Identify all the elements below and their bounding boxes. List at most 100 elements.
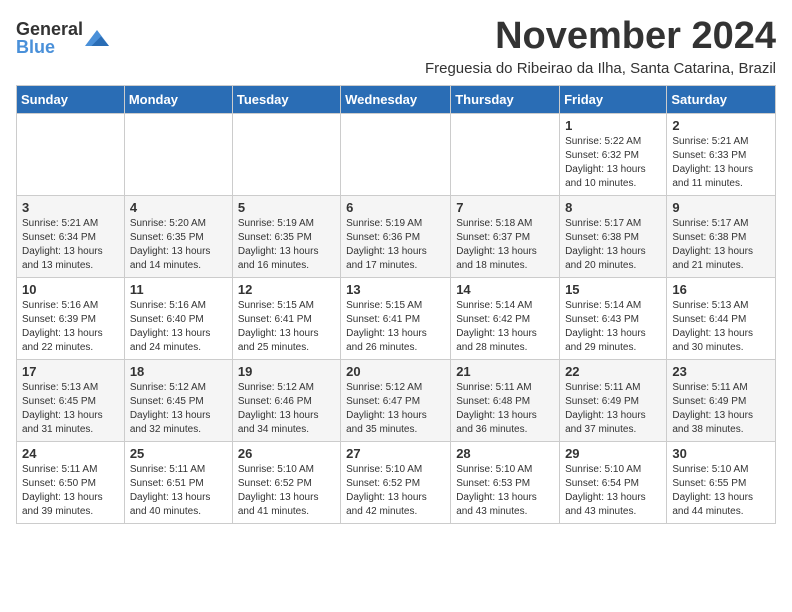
day-info: Sunrise: 5:17 AMSunset: 6:38 PMDaylight:… (565, 217, 661, 273)
day-info: Sunrise: 5:10 AMSunset: 6:52 PMDaylight:… (238, 463, 335, 519)
calendar-week-row: 24 Sunrise: 5:11 AMSunset: 6:50 PMDayligh… (17, 441, 776, 523)
calendar-week-row: 3Sunrise: 5:21 AMSunset: 6:34 PMDaylight… (17, 195, 776, 277)
logo: General Blue (16, 20, 109, 56)
calendar-header-sunday: Sunday (17, 85, 125, 113)
month-title: November 2024 (425, 16, 776, 58)
day-info: Sunrise: 5:18 AMSunset: 6:37 PMDaylight:… (456, 217, 554, 273)
calendar-cell: 11Sunrise: 5:16 AMSunset: 6:40 PMDayligh… (124, 277, 232, 359)
calendar-header-saturday: Saturday (667, 85, 776, 113)
calendar-cell: 6 Sunrise: 5:19 AMSunset: 6:36 PMDaylight… (341, 195, 451, 277)
day-number: 25 (130, 446, 227, 461)
day-number: 16 (672, 282, 770, 297)
calendar-cell: 15 Sunrise: 5:14 AMSunset: 6:43 PMDayligh… (560, 277, 667, 359)
day-info: Sunrise: 5:14 AMSunset: 6:43 PMDaylight:… (565, 299, 661, 355)
day-number: 28 (456, 446, 554, 461)
day-number: 22 (565, 364, 661, 379)
calendar-cell (124, 113, 232, 195)
day-number: 10 (22, 282, 119, 297)
calendar-cell (232, 113, 340, 195)
calendar-cell: 8 Sunrise: 5:17 AMSunset: 6:38 PMDaylight… (560, 195, 667, 277)
calendar-cell: 30Sunrise: 5:10 AMSunset: 6:55 PMDayligh… (667, 441, 776, 523)
calendar-week-row: 17Sunrise: 5:13 AMSunset: 6:45 PMDayligh… (17, 359, 776, 441)
calendar-header-friday: Friday (560, 85, 667, 113)
page-header: General Blue November 2024 Freguesia do … (16, 16, 776, 77)
calendar-cell: 13 Sunrise: 5:15 AMSunset: 6:41 PMDayligh… (341, 277, 451, 359)
calendar-cell: 4 Sunrise: 5:20 AMSunset: 6:35 PMDaylight… (124, 195, 232, 277)
day-info: Sunrise: 5:13 AMSunset: 6:45 PMDaylight:… (22, 381, 119, 437)
day-number: 2 (672, 118, 770, 133)
day-number: 3 (22, 200, 119, 215)
day-info: Sunrise: 5:12 AMSunset: 6:47 PMDaylight:… (346, 381, 445, 437)
calendar-cell: 10 Sunrise: 5:16 AMSunset: 6:39 PMDayligh… (17, 277, 125, 359)
day-number: 29 (565, 446, 661, 461)
calendar-cell: 17Sunrise: 5:13 AMSunset: 6:45 PMDayligh… (17, 359, 125, 441)
calendar-cell: 5 Sunrise: 5:19 AMSunset: 6:35 PMDaylight… (232, 195, 340, 277)
day-number: 23 (672, 364, 770, 379)
logo-general: General (16, 19, 83, 39)
calendar-cell: 2 Sunrise: 5:21 AMSunset: 6:33 PMDaylight… (667, 113, 776, 195)
day-number: 12 (238, 282, 335, 297)
day-info: Sunrise: 5:21 AMSunset: 6:33 PMDaylight:… (672, 135, 770, 191)
logo-icon (85, 30, 109, 46)
day-info: Sunrise: 5:19 AMSunset: 6:35 PMDaylight:… (238, 217, 335, 273)
calendar-cell (341, 113, 451, 195)
day-number: 24 (22, 446, 119, 461)
day-number: 13 (346, 282, 445, 297)
calendar-cell: 27 Sunrise: 5:10 AMSunset: 6:52 PMDayligh… (341, 441, 451, 523)
day-number: 15 (565, 282, 661, 297)
day-info: Sunrise: 5:12 AMSunset: 6:45 PMDaylight:… (130, 381, 227, 437)
day-number: 27 (346, 446, 445, 461)
day-info: Sunrise: 5:12 AMSunset: 6:46 PMDaylight:… (238, 381, 335, 437)
calendar-cell: 24 Sunrise: 5:11 AMSunset: 6:50 PMDayligh… (17, 441, 125, 523)
day-number: 6 (346, 200, 445, 215)
day-info: Sunrise: 5:10 AMSunset: 6:54 PMDaylight:… (565, 463, 661, 519)
calendar-cell: 29 Sunrise: 5:10 AMSunset: 6:54 PMDayligh… (560, 441, 667, 523)
calendar-header-wednesday: Wednesday (341, 85, 451, 113)
calendar-header-monday: Monday (124, 85, 232, 113)
day-number: 9 (672, 200, 770, 215)
calendar-cell: 7Sunrise: 5:18 AMSunset: 6:37 PMDaylight… (451, 195, 560, 277)
day-info: Sunrise: 5:17 AMSunset: 6:38 PMDaylight:… (672, 217, 770, 273)
day-info: Sunrise: 5:14 AMSunset: 6:42 PMDaylight:… (456, 299, 554, 355)
day-info: Sunrise: 5:20 AMSunset: 6:35 PMDaylight:… (130, 217, 227, 273)
calendar-cell (17, 113, 125, 195)
calendar-cell: 26 Sunrise: 5:10 AMSunset: 6:52 PMDayligh… (232, 441, 340, 523)
day-info: Sunrise: 5:16 AMSunset: 6:40 PMDaylight:… (130, 299, 227, 355)
calendar-header-row: SundayMondayTuesdayWednesdayThursdayFrid… (17, 85, 776, 113)
calendar-cell: 16 Sunrise: 5:13 AMSunset: 6:44 PMDayligh… (667, 277, 776, 359)
day-info: Sunrise: 5:11 AMSunset: 6:51 PMDaylight:… (130, 463, 227, 519)
calendar-week-row: 1 Sunrise: 5:22 AMSunset: 6:32 PMDaylight… (17, 113, 776, 195)
day-info: Sunrise: 5:15 AMSunset: 6:41 PMDaylight:… (346, 299, 445, 355)
day-number: 19 (238, 364, 335, 379)
calendar-cell: 14Sunrise: 5:14 AMSunset: 6:42 PMDayligh… (451, 277, 560, 359)
calendar-cell: 9 Sunrise: 5:17 AMSunset: 6:38 PMDaylight… (667, 195, 776, 277)
day-info: Sunrise: 5:10 AMSunset: 6:53 PMDaylight:… (456, 463, 554, 519)
day-info: Sunrise: 5:10 AMSunset: 6:52 PMDaylight:… (346, 463, 445, 519)
day-info: Sunrise: 5:11 AMSunset: 6:50 PMDaylight:… (22, 463, 119, 519)
day-number: 30 (672, 446, 770, 461)
day-number: 26 (238, 446, 335, 461)
calendar-table: SundayMondayTuesdayWednesdayThursdayFrid… (16, 85, 776, 524)
day-info: Sunrise: 5:15 AMSunset: 6:41 PMDaylight:… (238, 299, 335, 355)
calendar-cell: 22Sunrise: 5:11 AMSunset: 6:49 PMDayligh… (560, 359, 667, 441)
calendar-cell: 25 Sunrise: 5:11 AMSunset: 6:51 PMDayligh… (124, 441, 232, 523)
day-number: 20 (346, 364, 445, 379)
day-number: 21 (456, 364, 554, 379)
calendar-cell: 19 Sunrise: 5:12 AMSunset: 6:46 PMDayligh… (232, 359, 340, 441)
day-info: Sunrise: 5:19 AMSunset: 6:36 PMDaylight:… (346, 217, 445, 273)
calendar-week-row: 10 Sunrise: 5:16 AMSunset: 6:39 PMDayligh… (17, 277, 776, 359)
day-number: 18 (130, 364, 227, 379)
day-number: 1 (565, 118, 661, 133)
day-number: 8 (565, 200, 661, 215)
calendar-cell: 20 Sunrise: 5:12 AMSunset: 6:47 PMDayligh… (341, 359, 451, 441)
day-info: Sunrise: 5:22 AMSunset: 6:32 PMDaylight:… (565, 135, 661, 191)
day-info: Sunrise: 5:13 AMSunset: 6:44 PMDaylight:… (672, 299, 770, 355)
subtitle: Freguesia do Ribeirao da Ilha, Santa Cat… (425, 60, 776, 77)
calendar-cell: 21Sunrise: 5:11 AMSunset: 6:48 PMDayligh… (451, 359, 560, 441)
calendar-cell: 23Sunrise: 5:11 AMSunset: 6:49 PMDayligh… (667, 359, 776, 441)
day-info: Sunrise: 5:16 AMSunset: 6:39 PMDaylight:… (22, 299, 119, 355)
calendar-cell: 3Sunrise: 5:21 AMSunset: 6:34 PMDaylight… (17, 195, 125, 277)
day-number: 5 (238, 200, 335, 215)
day-number: 4 (130, 200, 227, 215)
calendar-cell: 18 Sunrise: 5:12 AMSunset: 6:45 PMDayligh… (124, 359, 232, 441)
